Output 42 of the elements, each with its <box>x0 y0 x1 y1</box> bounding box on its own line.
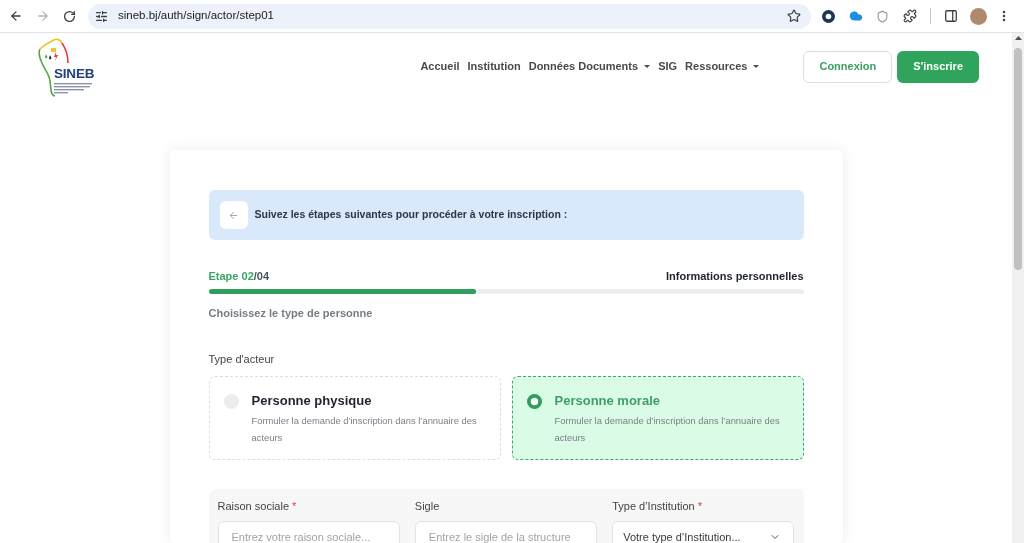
arrow-left-icon <box>228 209 239 221</box>
bookmark-star-icon[interactable] <box>787 9 801 23</box>
field-label: Type d’Institution * <box>612 499 703 513</box>
url-text: sineb.bj/auth/sign/actor/step01 <box>118 8 274 24</box>
banner-text: Suivez les étapes suivantes pour procéder à votre inscription : <box>254 207 568 223</box>
address-bar[interactable]: sineb.bj/auth/sign/actor/step01 <box>88 3 811 29</box>
scroll-up-arrow-icon[interactable] <box>1014 36 1022 40</box>
option-description: Formuler la demande d’inscription dans l’annuaire des acteurs <box>554 414 781 445</box>
select-value: Votre type d’Institution... <box>623 529 741 543</box>
step-title: Informations personnelles <box>665 269 804 283</box>
option-card[interactable]: Personne physique Formuler la demande d’inscription dans l’annuaire des acteurs <box>208 376 501 460</box>
step-counter: Etape 02/04 <box>208 269 270 283</box>
option-card[interactable]: Personne morale Formuler la demande d’inscription dans l’annuaire des acteurs <box>511 376 804 460</box>
sliders-icon[interactable] <box>95 9 108 23</box>
reload-icon[interactable] <box>63 9 76 23</box>
caret-icon <box>644 65 651 68</box>
ring-icon[interactable] <box>822 9 835 23</box>
field-label: Sigle <box>414 499 441 513</box>
option-title: Personne morale <box>554 393 661 409</box>
nav-link[interactable]: Ressources <box>685 58 760 75</box>
side-panel-icon[interactable] <box>944 9 958 23</box>
field-label: Raison sociale * <box>217 499 298 513</box>
radio-selected-icon[interactable] <box>526 394 542 409</box>
nav-link[interactable]: SIG <box>658 58 678 75</box>
select-field[interactable]: Votre type d’Institution... <box>612 521 795 543</box>
shield-icon[interactable] <box>876 9 889 23</box>
scrollbar-thumb[interactable] <box>1014 48 1022 270</box>
caret-icon <box>753 65 760 68</box>
cloud-icon[interactable] <box>849 9 863 23</box>
option-description: Formuler la demande d’inscription dans l’annuaire des acteurs <box>251 414 478 445</box>
profile-avatar[interactable] <box>970 7 987 25</box>
nav-link[interactable]: Institution <box>467 58 521 75</box>
text-input[interactable]: Entrez votre raison sociale... <box>217 521 400 543</box>
logo-tagline-drawing <box>54 82 94 94</box>
nav-link[interactable]: Données Documents <box>528 58 651 75</box>
section-subtitle: Choisissez le type de personne <box>208 306 374 320</box>
text-input[interactable]: Entrez le sigle de la structure <box>414 521 598 543</box>
actor-type-label: Type d'acteur <box>208 352 276 366</box>
option-title: Personne physique <box>251 393 373 409</box>
back-icon[interactable] <box>9 9 23 23</box>
nav-link[interactable]: Accueil <box>420 58 460 75</box>
puzzle-icon[interactable] <box>903 9 917 23</box>
